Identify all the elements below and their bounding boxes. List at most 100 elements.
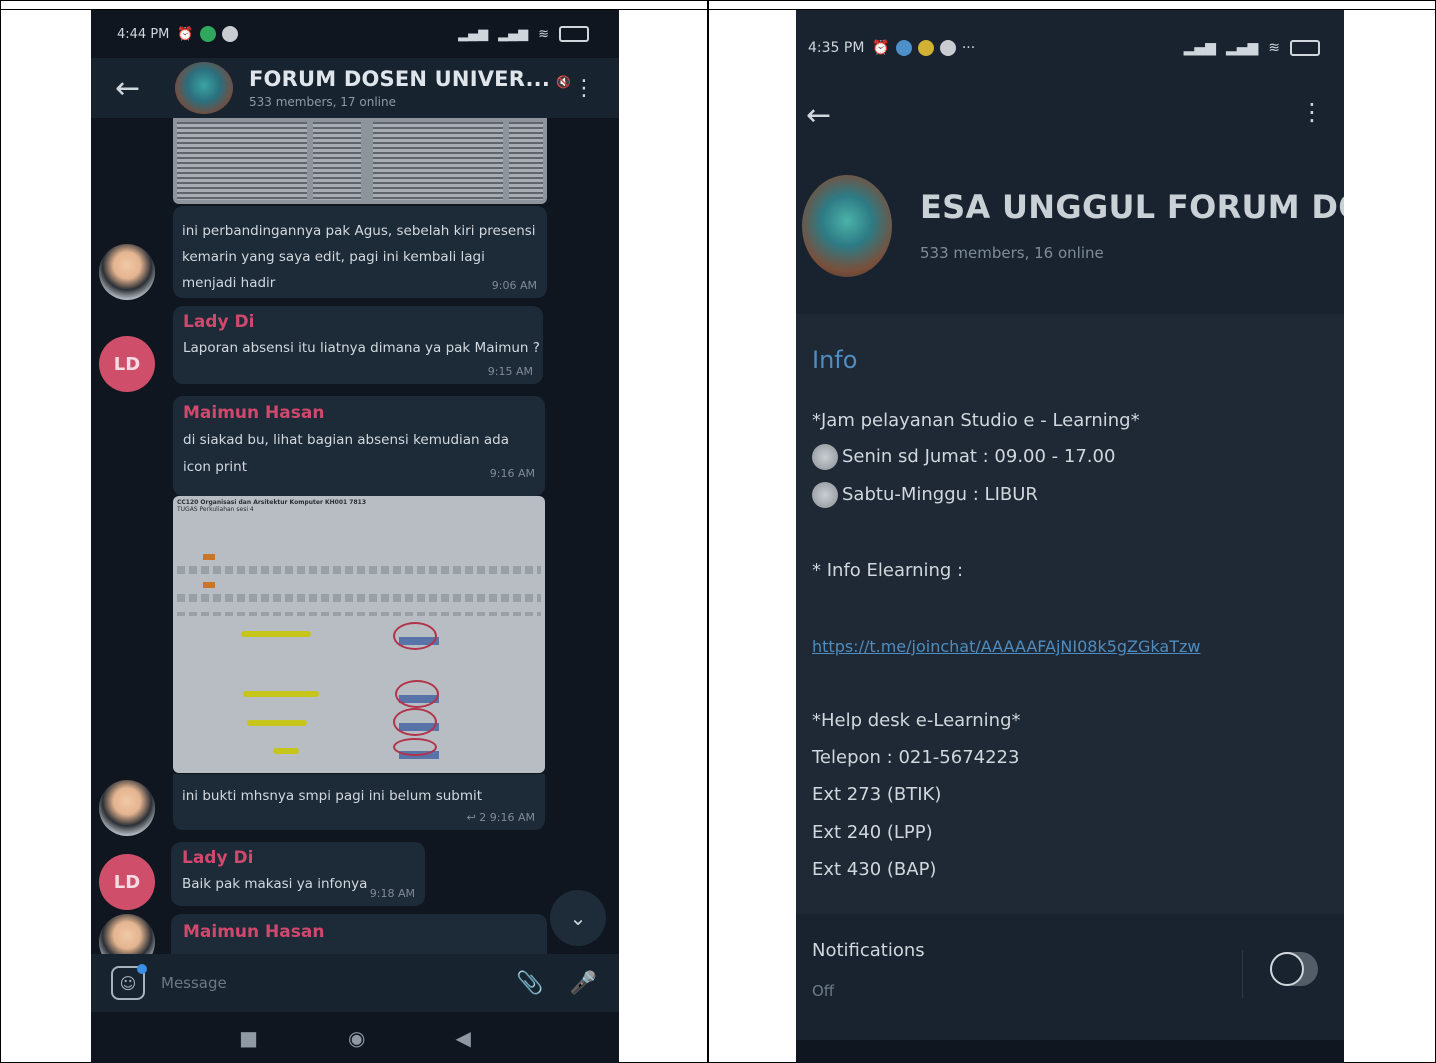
wifi-icon: ≋ xyxy=(1268,40,1280,56)
message-time: 9:16 AM xyxy=(489,811,535,824)
bottom-strip xyxy=(796,1040,1344,1063)
sticker-icon[interactable]: ☺ xyxy=(111,964,147,1000)
info-line-text: Senin sd Jumat : 09.00 - 17.00 xyxy=(842,446,1116,467)
info-line: Telepon : 021-5674223 xyxy=(812,747,1020,768)
android-nav-bar: ■ ◉ ◀ xyxy=(91,1012,619,1063)
notifications-state: Off xyxy=(812,982,835,1000)
message-bubble[interactable]: ini perbandingannya pak Agus, sebelah ki… xyxy=(173,206,547,298)
message-bubble[interactable]: Lady Di Laporan absensi itu liatnya dima… xyxy=(173,306,543,384)
right-phone-screenshot: 4:35 PM ⏰ ··· ▂▄▆ ▂▄▆ ≋ ← ⋮ ESA UNGGUL F… xyxy=(796,10,1344,1063)
status-time: 4:35 PM xyxy=(808,40,865,56)
toggle-knob xyxy=(1270,952,1304,986)
recent-apps-icon[interactable]: ■ xyxy=(239,1026,258,1050)
sender-name[interactable]: Maimun Hasan xyxy=(171,914,547,942)
avatar[interactable] xyxy=(99,780,155,836)
status-bar: 4:35 PM ⏰ ··· ▂▄▆ ▂▄▆ ≋ xyxy=(796,28,1344,68)
badge-dot xyxy=(137,964,147,974)
image-row xyxy=(177,566,541,574)
orange-tag xyxy=(203,554,215,560)
chevron-down-icon: ⌄ xyxy=(569,906,587,930)
reply-number: 2 xyxy=(479,811,487,824)
reply-arrow-icon: ↩ xyxy=(466,811,476,824)
message-time: 9:18 AM xyxy=(369,887,415,900)
gmail-icon xyxy=(221,26,238,42)
message-bubble[interactable]: Maimun Hasan di siakad bu, lihat bagian … xyxy=(173,396,545,496)
message-text: Laporan absensi itu liatnya dimana ya pa… xyxy=(183,340,540,356)
info-line: Ext 273 (BTIK) xyxy=(812,784,942,805)
message-time: 9:06 AM xyxy=(491,279,537,292)
sheet-column xyxy=(177,122,307,200)
chat-header: ← FORUM DOSEN UNIVER... 🔇 533 members, 17… xyxy=(91,58,619,118)
more-options-icon[interactable]: ⋮ xyxy=(573,76,595,101)
red-circle-annotation xyxy=(393,708,437,736)
sender-name[interactable]: Maimun Hasan xyxy=(173,396,545,423)
alarm-icon: ⏰ xyxy=(872,40,890,56)
back-arrow-icon[interactable]: ← xyxy=(115,71,145,106)
sheet-column xyxy=(313,122,361,200)
chat-subtitle: 533 members, 17 online xyxy=(249,95,396,109)
sheet-column xyxy=(509,122,543,200)
app-icon xyxy=(917,40,934,56)
group-avatar[interactable] xyxy=(175,62,233,114)
red-circle-annotation xyxy=(393,738,437,756)
sender-name[interactable]: Lady Di xyxy=(171,842,425,868)
info-line: *Jam pelayanan Studio e - Learning* xyxy=(812,410,1140,431)
battery-icon xyxy=(1290,40,1320,56)
back-arrow-icon[interactable]: ← xyxy=(806,98,831,133)
back-nav-icon[interactable]: ◀ xyxy=(455,1026,470,1050)
telegram-link[interactable]: https://t.me/joinchat/AAAAAFAjNI08k5gZGk… xyxy=(812,637,1200,656)
info-heading: Info xyxy=(812,346,858,374)
alarm-icon: ⏰ xyxy=(177,26,194,42)
red-circle-annotation xyxy=(393,622,437,650)
status-bar: 4:44 PM ⏰ ▂▄▆ ▂▄▆ ≋ xyxy=(91,10,619,58)
attach-icon[interactable]: 📎 xyxy=(516,971,543,996)
message-input[interactable]: Message xyxy=(161,974,227,992)
more-options-icon[interactable]: ⋮ xyxy=(1300,98,1324,126)
avatar[interactable]: LD xyxy=(99,854,155,910)
top-border xyxy=(1,1,1435,10)
whatsapp-icon xyxy=(199,26,216,42)
highlight xyxy=(243,691,319,697)
info-line: * Info Elearning : xyxy=(812,560,964,581)
info-line: Ext 430 (BAP) xyxy=(812,859,937,880)
screenshot-image[interactable]: CC120 Organisasi dan Arsitektur Komputer… xyxy=(173,496,545,773)
group-title: ESA UNGGUL FORUM DOSEN xyxy=(920,188,1344,226)
notifications-toggle[interactable] xyxy=(1270,952,1318,986)
sender-name[interactable]: Lady Di xyxy=(173,306,543,332)
message-composer: ☺ Message 📎 🎤 xyxy=(91,954,619,1012)
column-divider xyxy=(707,1,709,1062)
message-bubble[interactable]: Lady Di Baik pak makasi ya infonya 9:18 … xyxy=(171,842,425,906)
highlight xyxy=(273,748,299,754)
clock-icon xyxy=(812,444,838,470)
info-line: *Help desk e-Learning* xyxy=(812,710,1021,731)
wifi-icon: ≋ xyxy=(538,26,549,42)
image-row xyxy=(177,594,541,602)
image-title: CC120 Organisasi dan Arsitektur Komputer… xyxy=(177,499,366,506)
message-bubble[interactable]: ini bukti mhsnya smpi pagi ini belum sub… xyxy=(173,774,545,830)
notifications-row[interactable] xyxy=(796,918,1344,1038)
info-link-line: https://t.me/joinchat/AAAAAFAjNI08k5gZGk… xyxy=(812,636,1200,657)
info-line: Sabtu-Minggu : LIBUR xyxy=(812,482,1038,508)
status-time: 4:44 PM xyxy=(117,26,170,42)
reply-count: ↩ 2 9:16 AM xyxy=(467,811,535,824)
mic-icon[interactable]: 🎤 xyxy=(570,971,597,996)
signal-icon: ▂▄▆ xyxy=(458,26,489,42)
highlight xyxy=(241,631,311,637)
message-time: 9:15 AM xyxy=(487,365,533,378)
image-row xyxy=(177,612,541,616)
avatar[interactable]: LD xyxy=(99,336,155,392)
chat-title[interactable]: FORUM DOSEN UNIVER... xyxy=(249,67,550,91)
highlight xyxy=(247,720,307,726)
notifications-title: Notifications xyxy=(812,940,925,961)
info-line: Senin sd Jumat : 09.00 - 17.00 xyxy=(812,444,1115,470)
home-icon[interactable]: ◉ xyxy=(348,1026,365,1050)
group-avatar[interactable] xyxy=(802,175,892,277)
spreadsheet-image[interactable] xyxy=(173,118,547,204)
orange-tag xyxy=(203,582,215,588)
avatar[interactable] xyxy=(99,244,155,300)
signal-icon: ▂▄▆ xyxy=(1183,40,1216,56)
battery-icon xyxy=(559,26,589,42)
scroll-down-button[interactable]: ⌄ xyxy=(550,890,606,946)
mute-icon: 🔇 xyxy=(556,75,571,89)
group-subtitle: 533 members, 16 online xyxy=(920,244,1104,262)
